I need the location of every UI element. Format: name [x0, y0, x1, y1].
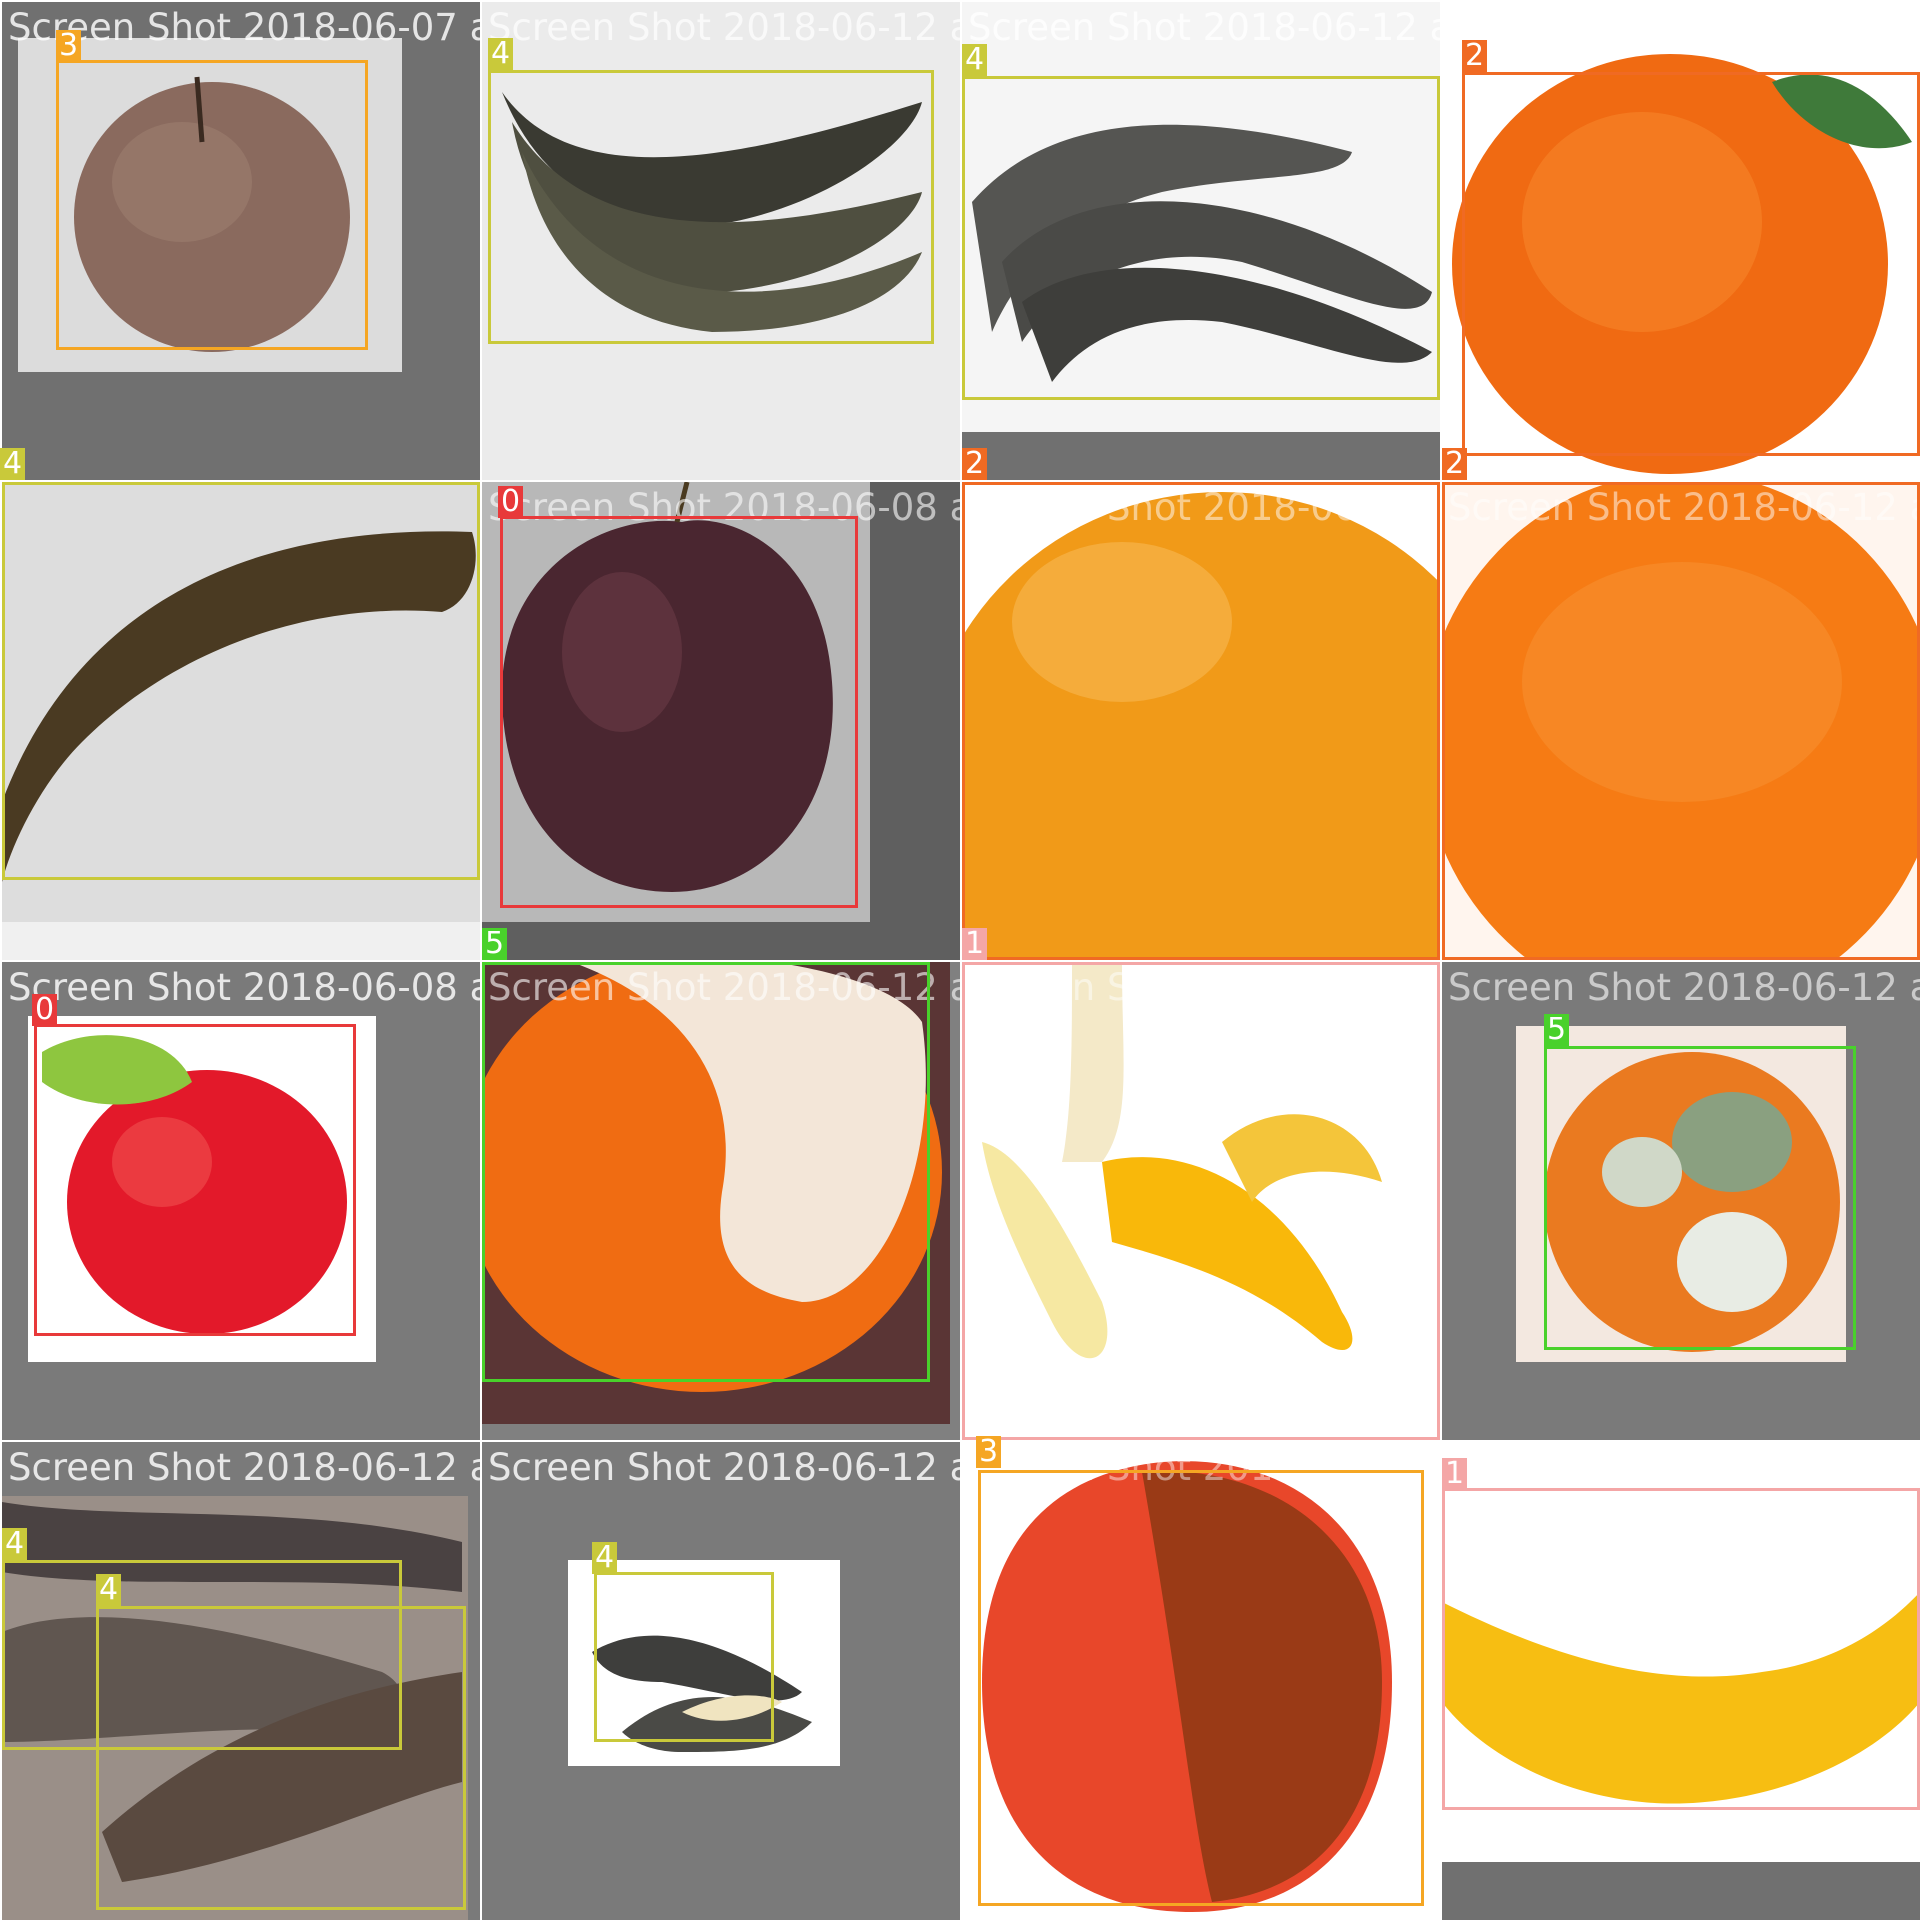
tile-orange: Screen Shot 2018-06-13 at 2	[1442, 2, 1920, 480]
bbox	[56, 60, 368, 350]
bbox	[488, 70, 934, 344]
bbox	[978, 1470, 1424, 1906]
bbox-label: 5	[1544, 1014, 1570, 1046]
bbox-label: 1	[962, 928, 988, 960]
bbox-label: 2	[962, 448, 988, 480]
bbox-label: 3	[56, 30, 82, 62]
bbox	[500, 516, 858, 908]
tile-caption: Screen Shot 2018-06-12 at 8	[488, 6, 960, 49]
tile-peeled-banana: Screen Shot 2018-06-12 at 9	[962, 962, 1440, 1440]
tile-dark-apple: Screen Shot 2018-06-08 at 5 0	[482, 482, 960, 960]
bbox	[96, 1606, 466, 1910]
tile-yellow-banana: Screen Shot 2018-06-12 at 1	[1442, 1442, 1920, 1920]
bbox	[962, 482, 1440, 960]
tile-small-bananas: Screen Shot 2018-06-12 at 9 4	[482, 1442, 960, 1920]
tile-caption: Screen Shot 2018-06-12 at	[1448, 1446, 1920, 1489]
bbox	[962, 962, 1440, 1440]
tile-caption: Screen Shot 2018-06-13 at	[1448, 6, 1920, 49]
tile-dark-banana	[2, 482, 480, 960]
bbox	[1544, 1046, 1856, 1350]
bbox-label: 2	[1462, 40, 1488, 72]
bbox	[962, 76, 1440, 400]
tile-black-bananas: Screen Shot 2018-06-12 at 9 4	[962, 2, 1440, 480]
tile-caption: Screen Shot 2018-06-08 at 5	[8, 966, 480, 1009]
bbox	[34, 1024, 356, 1336]
tile-orange: Screen Shot 2018-06-12 at	[1442, 482, 1920, 960]
bbox-label: 4	[2, 1528, 28, 1560]
tile-moldy-mandarin: Screen Shot 2018-06-12 at 5	[1442, 962, 1920, 1440]
bbox-label: 3	[976, 1436, 1002, 1468]
bbox-label: 4	[962, 44, 988, 76]
bbox-label: 4	[592, 1542, 618, 1574]
tile-caption: Screen Shot 2018-06-12 at 9	[488, 1446, 960, 1489]
tile-orange: Screen Shot 2018-06-12 at	[962, 482, 1440, 960]
tile-red-apple: Screen Shot 2018-06-08 at 5 0	[2, 962, 480, 1440]
bbox-label: 4	[488, 38, 514, 70]
bbox-label: 2	[1442, 448, 1468, 480]
tile-black-bananas: Screen Shot 2018-06-12 at 8 4	[482, 2, 960, 480]
bbox-label: 0	[498, 486, 524, 518]
bbox-label: 0	[32, 994, 58, 1026]
detection-mosaic: Screen Shot 2018-06-07 at 3 3 Screen Sho…	[0, 0, 1920, 1920]
bbox	[1442, 1488, 1920, 1810]
tile-caption: Screen Shot 2018-06-12 at 9	[968, 6, 1440, 49]
tile-rotten-bananas: Screen Shot 2018-06-12 at 9 4 4	[2, 1442, 480, 1920]
bbox	[1442, 482, 1920, 960]
bbox-label: 4	[0, 448, 26, 480]
bbox	[482, 962, 930, 1382]
bbox-label: 5	[482, 928, 508, 960]
bbox-label: 4	[96, 1574, 122, 1606]
bbox	[594, 1572, 774, 1742]
tile-rotting-apple: Screen Shot 2018-06-07 at	[962, 1442, 1440, 1920]
tile-caption: Screen Shot 2018-06-12 at 9	[8, 1446, 480, 1489]
bbox-label: 1	[1442, 1458, 1468, 1490]
tile-rotten-apple: Screen Shot 2018-06-07 at 3 3	[2, 2, 480, 480]
bbox	[1462, 72, 1920, 456]
tile-caption: Screen Shot 2018-06-12 at	[1448, 966, 1920, 1009]
tile-moldy-orange: Screen Shot 2018-06-12 at 1	[482, 962, 960, 1440]
bbox	[2, 482, 480, 880]
